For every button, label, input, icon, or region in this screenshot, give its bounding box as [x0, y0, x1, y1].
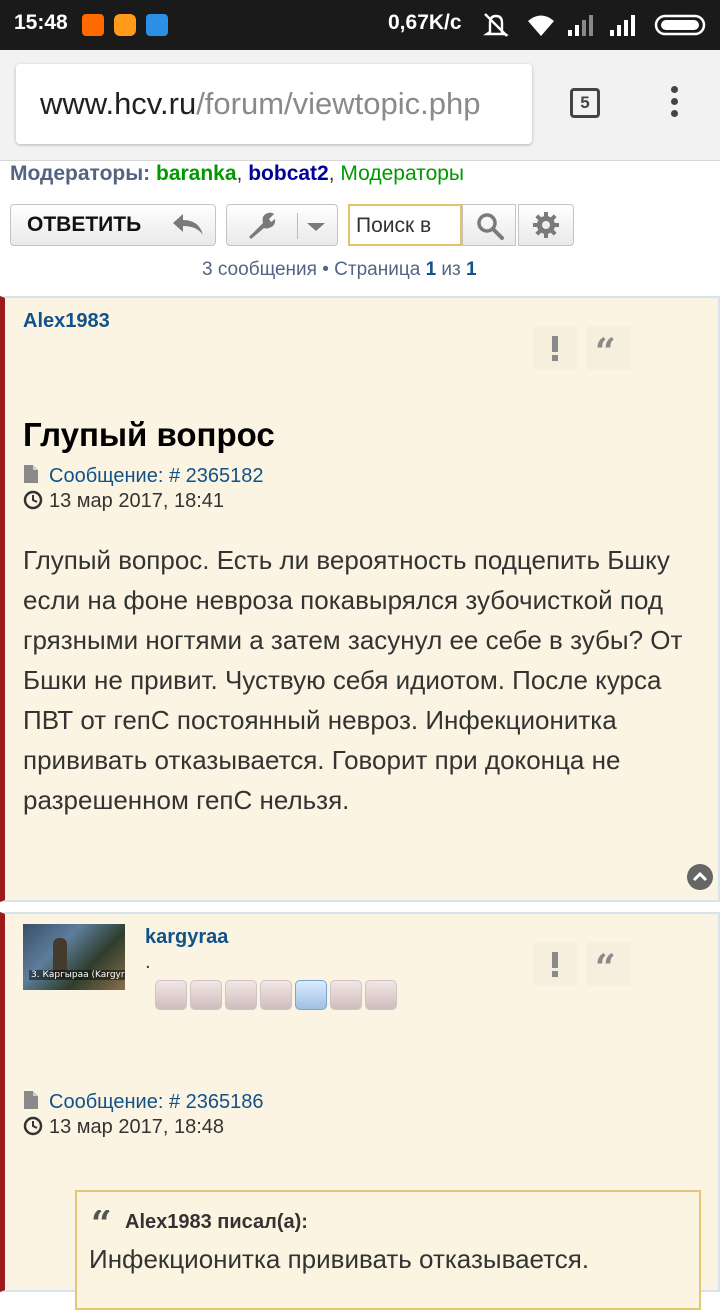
post-author-link[interactable]: Alex1983 — [23, 310, 110, 333]
total-pages: 1 — [466, 259, 477, 280]
post-author-link[interactable]: kargyraa — [145, 926, 228, 949]
quote-button[interactable]: “ — [587, 326, 631, 370]
wifi-icon — [528, 15, 554, 36]
user-rank-badges — [155, 980, 400, 1012]
document-icon — [24, 1091, 38, 1109]
chat-app-icon — [114, 14, 136, 36]
separator: , — [328, 162, 341, 185]
pagination-info: 3 сообщения • Страница 1 из 1 — [202, 259, 477, 281]
wrench-icon — [249, 212, 276, 239]
svg-text:“: “ — [595, 331, 616, 370]
app-icon — [146, 14, 168, 36]
moderators-group-link[interactable]: Модераторы — [340, 162, 464, 185]
status-bar: 15:48 0,67K/c — [0, 0, 720, 50]
moderators-label: Модераторы: — [10, 162, 151, 185]
url-path: /forum/viewtopic.php — [196, 86, 481, 121]
quote-text: Инфекционитка прививать отказывается. — [89, 1244, 590, 1274]
gear-icon — [533, 212, 559, 238]
mi-app-icon — [82, 14, 104, 36]
rank-badge — [330, 980, 362, 1010]
document-icon — [24, 465, 38, 483]
page-of: из — [436, 259, 467, 280]
search-button[interactable] — [462, 204, 516, 246]
post: Alex1983 “ Глупый вопрос Сообщение: # 23… — [0, 296, 720, 902]
rank-badge — [155, 980, 187, 1010]
post-body: Глупый вопрос. Есть ли вероятность подце… — [23, 545, 683, 815]
avatar-caption: 3. Каргыраа (Kargyraa) — [29, 970, 125, 980]
back-to-top-button[interactable] — [687, 864, 713, 890]
url-host: www.hcv.ru — [40, 86, 197, 121]
quote-icon: “ — [595, 947, 616, 986]
battery-icon — [654, 14, 706, 36]
search-icon — [477, 213, 504, 240]
quote-author: Alex1983 писал(а): — [125, 1211, 308, 1233]
post-link-line: Сообщение: # 2365182 — [23, 464, 264, 488]
chevron-up-icon — [692, 871, 708, 882]
post-title: Глупый вопрос — [23, 416, 275, 453]
reply-button[interactable]: ОТВЕТИТЬ — [10, 204, 216, 246]
post-date-line: 13 мар 2017, 18:41 — [23, 490, 224, 513]
url-text[interactable]: www.hcv.ru/forum/viewtopic.php — [40, 86, 481, 122]
avatar[interactable]: 3. Каргыраа (Kargyraa) — [23, 924, 125, 990]
reply-arrow-icon — [173, 214, 203, 235]
post-count: 3 сообщения • Страница — [202, 259, 426, 280]
clock-icon — [23, 490, 43, 510]
post-link-line: Сообщение: # 2365186 — [23, 1090, 264, 1114]
network-speed: 0,67K/c — [388, 11, 462, 34]
post-permalink[interactable]: Сообщение: # 2365186 — [49, 1091, 264, 1113]
mute-icon — [483, 13, 509, 37]
status-time: 15:48 — [14, 11, 68, 34]
advanced-search-button[interactable] — [518, 204, 574, 246]
signal-icon-2 — [610, 15, 635, 36]
moderator-link-bobcat2[interactable]: bobcat2 — [248, 162, 329, 185]
rank-badge — [295, 980, 327, 1010]
moderator-link-baranka[interactable]: baranka — [156, 162, 237, 185]
user-signature: . — [145, 952, 151, 973]
report-button[interactable] — [533, 326, 577, 370]
post-date: 13 мар 2017, 18:41 — [49, 490, 225, 512]
post-date-line: 13 мар 2017, 18:48 — [23, 1116, 224, 1139]
clock-icon — [23, 1116, 43, 1136]
svg-text:“: “ — [595, 947, 616, 986]
quote-header: “ Alex1983 писал(а): — [91, 1203, 308, 1245]
divider — [297, 213, 298, 239]
quote-button[interactable]: “ — [587, 942, 631, 986]
rank-badge — [260, 980, 292, 1010]
exclamation-icon — [552, 952, 558, 977]
signal-icon — [568, 15, 593, 36]
rank-badge — [190, 980, 222, 1010]
browser-menu-button[interactable] — [668, 86, 680, 122]
address-bar[interactable]: www.hcv.ru/forum/viewtopic.php — [16, 64, 532, 144]
separator: , — [236, 162, 249, 185]
post-permalink[interactable]: Сообщение: # 2365182 — [49, 465, 264, 487]
post-date: 13 мар 2017, 18:48 — [49, 1116, 225, 1138]
quote-icon: “ — [595, 331, 616, 370]
rank-badge — [365, 980, 397, 1010]
tab-switcher-button[interactable]: 5 — [570, 88, 600, 118]
rank-badge — [225, 980, 257, 1010]
report-button[interactable] — [533, 942, 577, 986]
chevron-down-icon — [307, 223, 325, 231]
search-input[interactable]: Поиск в — [348, 204, 462, 246]
quote-block: “ Alex1983 писал(а): Инфекционитка приви… — [75, 1190, 701, 1310]
post: 3. Каргыраа (Kargyraa) kargyraa . “ Сооб… — [0, 912, 720, 1310]
current-page: 1 — [425, 259, 437, 280]
quote-mark-icon: “ — [91, 1203, 112, 1245]
moderators-line: Модераторы: baranka, bobcat2, Модераторы — [10, 162, 464, 186]
browser-toolbar: www.hcv.ru/forum/viewtopic.php 5 — [0, 50, 720, 161]
reply-label: ОТВЕТИТЬ — [27, 213, 142, 236]
exclamation-icon — [552, 336, 558, 361]
topic-tools-dropdown[interactable] — [226, 204, 338, 246]
svg-text:“: “ — [91, 1210, 112, 1232]
